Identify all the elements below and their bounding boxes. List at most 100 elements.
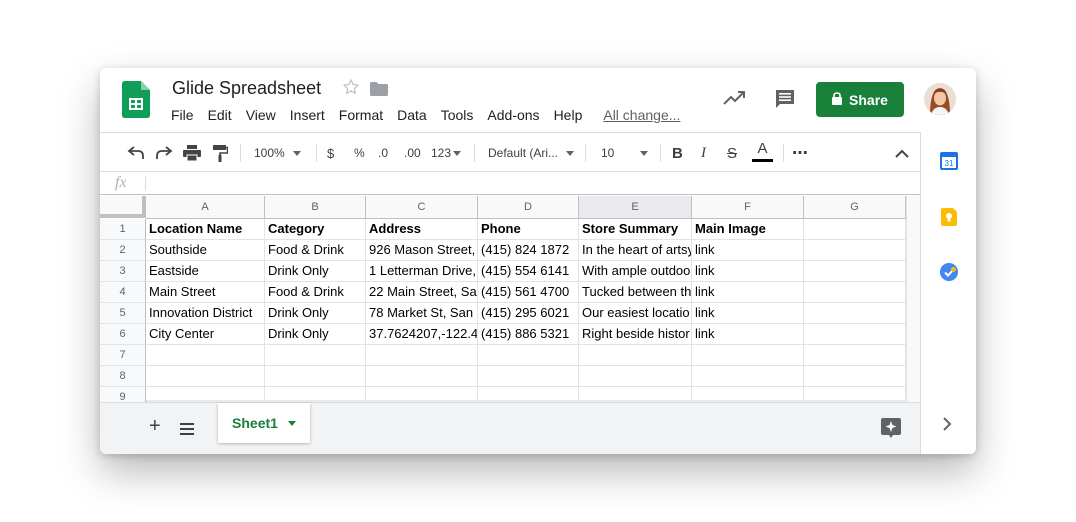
decrease-decimal-button[interactable]: .0: [378, 144, 388, 162]
share-button[interactable]: Share: [816, 82, 904, 117]
table-cell[interactable]: 1 Letterman Drive,: [366, 261, 478, 282]
more-formats-select[interactable]: 123: [431, 144, 462, 162]
undo-icon[interactable]: [127, 144, 145, 162]
table-cell[interactable]: (415) 295 6021: [478, 303, 579, 324]
menu-format[interactable]: Format: [339, 107, 383, 123]
table-cell[interactable]: (415) 824 1872: [478, 240, 579, 261]
menu-add-ons[interactable]: Add-ons: [487, 107, 539, 123]
table-cell[interactable]: link: [692, 261, 804, 282]
activity-dashboard-icon[interactable]: [723, 90, 745, 106]
increase-decimal-button[interactable]: .00: [404, 144, 421, 162]
table-cell[interactable]: (415) 561 4700: [478, 282, 579, 303]
table-cell[interactable]: [265, 345, 366, 366]
menu-edit[interactable]: Edit: [208, 107, 232, 123]
redo-icon[interactable]: [155, 144, 173, 162]
table-cell[interactable]: With ample outdoo: [579, 261, 692, 282]
tasks-icon[interactable]: [940, 263, 958, 281]
text-color-button[interactable]: A: [752, 141, 773, 165]
zoom-select[interactable]: 100%: [254, 144, 301, 162]
table-cell[interactable]: [804, 303, 906, 324]
table-cell[interactable]: Tucked between th: [579, 282, 692, 303]
italic-button[interactable]: I: [701, 144, 706, 162]
bold-button[interactable]: B: [672, 144, 683, 162]
table-cell[interactable]: 926 Mason Street,: [366, 240, 478, 261]
avatar[interactable]: [924, 83, 956, 115]
star-icon[interactable]: [342, 78, 360, 96]
row-header[interactable]: 6: [100, 324, 146, 345]
spreadsheet-grid[interactable]: A B C D E F G 1 Location Name Category Address Phon…: [100, 196, 920, 402]
table-cell[interactable]: (415) 886 5321: [478, 324, 579, 345]
menu-view[interactable]: View: [246, 107, 276, 123]
collapse-menus-icon[interactable]: [895, 144, 909, 162]
keep-icon[interactable]: [940, 208, 958, 226]
table-cell[interactable]: (415) 554 6141: [478, 261, 579, 282]
table-cell[interactable]: Eastside: [146, 261, 265, 282]
row-header[interactable]: 7: [100, 345, 146, 366]
table-cell[interactable]: 22 Main Street, Sa: [366, 282, 478, 303]
table-cell[interactable]: Drink Only: [265, 324, 366, 345]
row-header[interactable]: 4: [100, 282, 146, 303]
last-edit-link[interactable]: All change...: [603, 107, 680, 123]
table-cell[interactable]: link: [692, 303, 804, 324]
table-cell[interactable]: [804, 240, 906, 261]
table-cell[interactable]: [804, 282, 906, 303]
table-cell[interactable]: [146, 366, 265, 387]
all-sheets-list-icon[interactable]: [180, 422, 194, 435]
table-cell[interactable]: Food & Drink: [265, 282, 366, 303]
menu-help[interactable]: Help: [554, 107, 583, 123]
table-cell[interactable]: Food & Drink: [265, 240, 366, 261]
table-cell[interactable]: [366, 366, 478, 387]
currency-format-button[interactable]: $: [327, 144, 334, 162]
table-cell[interactable]: link: [692, 324, 804, 345]
table-cell[interactable]: In the heart of artsy: [579, 240, 692, 261]
table-cell[interactable]: Drink Only: [265, 261, 366, 282]
row-header[interactable]: 5: [100, 303, 146, 324]
header-cell[interactable]: Address: [366, 219, 478, 240]
header-cell[interactable]: Location Name: [146, 219, 265, 240]
table-cell[interactable]: Southside: [146, 240, 265, 261]
row-header[interactable]: 9: [100, 387, 146, 402]
calendar-icon[interactable]: 31: [940, 152, 958, 170]
table-cell[interactable]: [804, 324, 906, 345]
add-sheet-button[interactable]: +: [149, 415, 161, 438]
font-family-select[interactable]: Default (Ari...: [488, 144, 575, 162]
menu-insert[interactable]: Insert: [290, 107, 325, 123]
print-icon[interactable]: [183, 144, 201, 162]
table-cell[interactable]: link: [692, 240, 804, 261]
formula-bar[interactable]: fx: [100, 171, 920, 195]
header-cell[interactable]: Main Image: [692, 219, 804, 240]
menu-data[interactable]: Data: [397, 107, 427, 123]
column-header[interactable]: A: [146, 196, 265, 219]
row-header[interactable]: 8: [100, 366, 146, 387]
row-header[interactable]: 2: [100, 240, 146, 261]
menu-tools[interactable]: Tools: [441, 107, 474, 123]
table-cell[interactable]: link: [692, 282, 804, 303]
table-cell[interactable]: [579, 345, 692, 366]
column-header[interactable]: B: [265, 196, 366, 219]
vertical-scrollbar[interactable]: [906, 196, 920, 402]
table-cell[interactable]: [804, 345, 906, 366]
row-header[interactable]: 3: [100, 261, 146, 282]
percent-format-button[interactable]: %: [354, 144, 365, 162]
table-cell[interactable]: [478, 345, 579, 366]
table-cell[interactable]: [692, 345, 804, 366]
table-cell[interactable]: 78 Market St, San: [366, 303, 478, 324]
table-cell[interactable]: Our easiest locatio: [579, 303, 692, 324]
header-cell[interactable]: Phone: [478, 219, 579, 240]
table-cell[interactable]: 37.7624207,-122.4: [366, 324, 478, 345]
strikethrough-button[interactable]: S: [727, 144, 737, 162]
table-cell[interactable]: [478, 366, 579, 387]
table-cell[interactable]: [692, 366, 804, 387]
table-cell[interactable]: [579, 366, 692, 387]
table-cell[interactable]: Main Street: [146, 282, 265, 303]
header-cell[interactable]: Store Summary: [579, 219, 692, 240]
column-header[interactable]: C: [366, 196, 478, 219]
header-cell[interactable]: Category: [265, 219, 366, 240]
more-options-button[interactable]: ⋯: [792, 144, 808, 162]
document-title[interactable]: Glide Spreadsheet: [172, 78, 321, 99]
select-all-corner[interactable]: [100, 196, 146, 218]
table-cell[interactable]: Right beside histor: [579, 324, 692, 345]
row-header[interactable]: 1: [100, 219, 146, 240]
font-size-select[interactable]: 10: [601, 144, 649, 162]
table-cell[interactable]: Drink Only: [265, 303, 366, 324]
